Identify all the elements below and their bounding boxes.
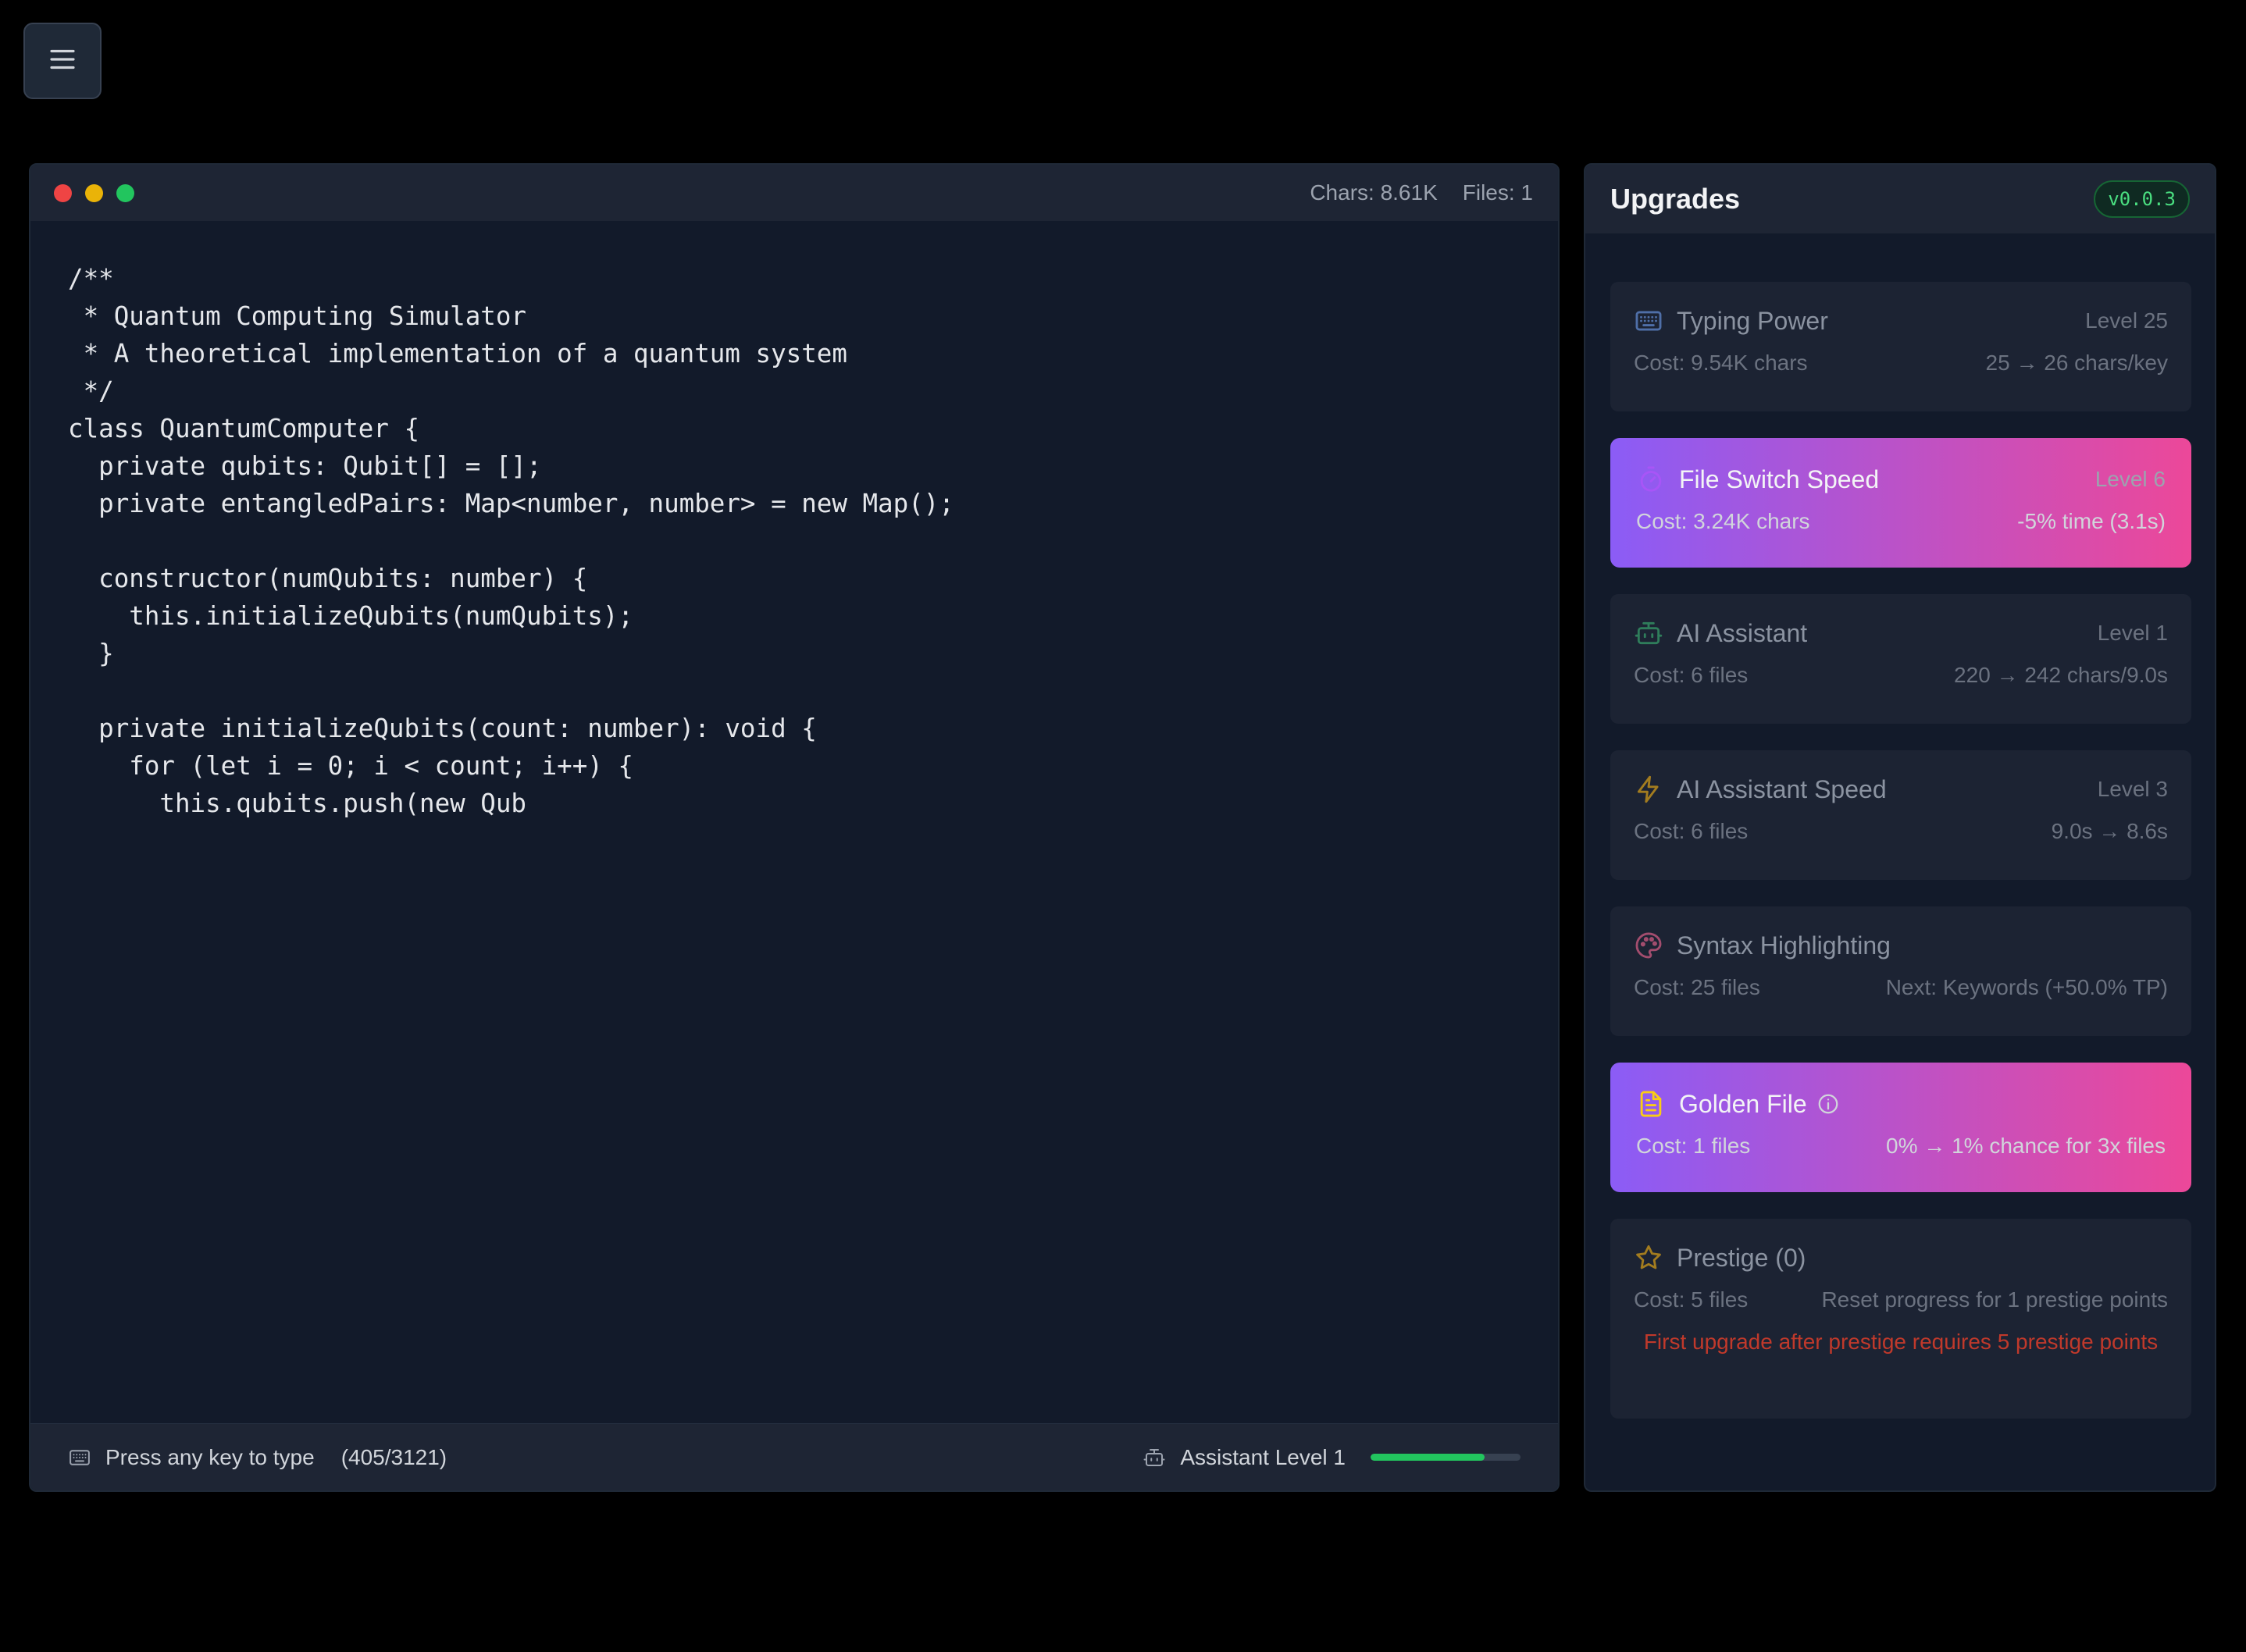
chars-count: Chars: 8.61K — [1310, 180, 1438, 205]
upgrade-effect: 0% → 1% chance for 3x files — [1886, 1134, 2166, 1158]
code-line: private qubits: Qubit[] = []; — [68, 451, 542, 481]
upgrade-card-typing-power[interactable]: Typing Power Level 25 Cost: 9.54K chars 2… — [1610, 282, 2191, 411]
code-line: } — [68, 639, 114, 668]
version-badge: v0.0.3 — [2094, 180, 2190, 218]
assistant-progress-bar — [1371, 1454, 1521, 1461]
upgrade-card-prestige-0[interactable]: Prestige (0) Cost: 5 files Reset progres… — [1610, 1219, 2191, 1419]
menu-button[interactable] — [23, 23, 102, 99]
upgrades-title: Upgrades — [1610, 183, 1741, 215]
upgrade-effect: Next: Keywords (+50.0% TP) — [1885, 975, 2168, 999]
upgrade-level: Level 25 — [2085, 308, 2168, 333]
robot-icon — [1143, 1446, 1166, 1469]
window-close-dot[interactable] — [54, 183, 72, 202]
document-icon — [1636, 1089, 1666, 1119]
code-line: * A theoretical implementation of a quan… — [68, 339, 847, 368]
upgrade-cost: Cost: 9.54K chars — [1634, 351, 1808, 375]
palette-icon — [1634, 931, 1663, 960]
upgrade-level: Level 3 — [2097, 777, 2168, 801]
upgrade-cost: Cost: 25 files — [1634, 975, 1760, 999]
upgrade-cost: Cost: 1 files — [1636, 1134, 1751, 1158]
upgrade-level: Level 6 — [2094, 467, 2166, 491]
upgrade-cost: Cost: 6 files — [1634, 819, 1749, 843]
line-progress-count: (405/3121) — [340, 1444, 447, 1469]
upgrades-header: Upgrades v0.0.3 — [1585, 165, 2215, 233]
upgrade-name: Typing Power — [1677, 306, 1828, 335]
code-line: /** — [68, 264, 114, 294]
upgrade-name: AI Assistant — [1677, 618, 1808, 647]
upgrade-card-ai-assistant-speed[interactable]: AI Assistant Speed Level 3 Cost: 6 files … — [1610, 750, 2191, 880]
upgrade-name: Syntax Highlighting — [1677, 931, 1891, 960]
editor-status-bar: Press any key to type (405/3121) Assista… — [30, 1423, 1558, 1490]
upgrade-card-ai-assistant[interactable]: AI Assistant Level 1 Cost: 6 files 220 → … — [1610, 594, 2191, 724]
code-line: * Quantum Computing Simulator — [68, 301, 526, 331]
prestige-warning: First upgrade after prestige requires 5 … — [1643, 1330, 2159, 1354]
upgrade-effect: 220 → 242 chars/9.0s — [1954, 663, 2168, 687]
upgrade-list: Typing Power Level 25 Cost: 9.54K chars 2… — [1610, 282, 2191, 1445]
upgrade-card-golden-file[interactable]: Golden File Cost: 1 files 0% → 1% chance… — [1610, 1063, 2191, 1192]
upgrades-panel: Upgrades v0.0.3 Typing Power Level 25 Cos… — [1584, 163, 2216, 1492]
upgrade-card-file-switch-speed[interactable]: File Switch Speed Level 6 Cost: 3.24K cha… — [1610, 438, 2191, 568]
code-line: private entangledPairs: Map<number, numb… — [68, 489, 954, 518]
upgrade-cost: Cost: 5 files — [1634, 1287, 1749, 1312]
type-hint: Press any key to type — [105, 1444, 315, 1469]
code-line: constructor(numQubits: number) { — [68, 564, 588, 593]
code-line: this.qubits.push(new Qub — [68, 789, 526, 818]
code-line: class QuantumComputer { — [68, 414, 420, 443]
upgrade-effect: 9.0s → 8.6s — [2051, 819, 2168, 843]
code-line: for (let i = 0; i < count; i++) { — [68, 751, 633, 781]
upgrade-name: File Switch Speed — [1679, 465, 1880, 493]
assistant-progress-fill — [1371, 1454, 1485, 1461]
upgrade-cost: Cost: 3.24K chars — [1636, 509, 1810, 533]
upgrade-card-syntax-highlighting[interactable]: Syntax Highlighting Cost: 25 files Next:… — [1610, 906, 2191, 1036]
assistant-level-label: Assistant Level 1 — [1180, 1444, 1346, 1469]
upgrade-name: AI Assistant Speed — [1677, 774, 1887, 803]
editor-titlebar: Chars: 8.61K Files: 1 — [30, 165, 1558, 221]
code-editor-window[interactable]: Chars: 8.61K Files: 1 /** * Quantum Comp… — [29, 163, 1560, 1492]
upgrade-name: Prestige (0) — [1677, 1243, 1806, 1272]
window-maximize-dot[interactable] — [116, 183, 134, 202]
upgrade-name: Golden File — [1679, 1089, 1807, 1118]
upgrade-level: Level 1 — [2097, 621, 2168, 645]
files-count: Files: 1 — [1462, 180, 1533, 205]
code-line: */ — [68, 376, 114, 406]
lightning-icon — [1634, 774, 1663, 804]
code-area[interactable]: /** * Quantum Computing Simulator * A th… — [68, 260, 954, 822]
upgrade-effect: 25 → 26 chars/key — [1985, 351, 2168, 375]
keyboard-icon — [1634, 306, 1663, 336]
upgrade-cost: Cost: 6 files — [1634, 663, 1749, 687]
window-minimize-dot[interactable] — [85, 183, 103, 202]
info-icon[interactable] — [1807, 1092, 1840, 1116]
stopwatch-icon — [1636, 465, 1666, 494]
upgrade-effect: Reset progress for 1 prestige points — [1821, 1287, 2168, 1312]
code-line: private initializeQubits(count: number):… — [68, 714, 817, 743]
robot-icon — [1634, 618, 1663, 648]
hamburger-menu-icon — [46, 43, 79, 80]
star-icon — [1634, 1243, 1663, 1273]
keyboard-icon — [68, 1446, 91, 1469]
upgrade-effect: -5% time (3.1s) — [2017, 509, 2166, 533]
code-line: this.initializeQubits(numQubits); — [68, 601, 633, 631]
